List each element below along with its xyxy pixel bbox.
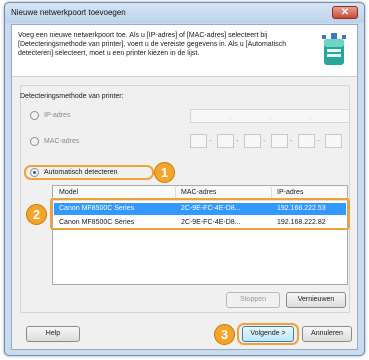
column-header-model[interactable]: Model: [59, 189, 78, 196]
description-text: Voeg een nieuwe netwerkpoort toe. Als u …: [18, 32, 287, 57]
radio-auto-detect[interactable]: [30, 168, 39, 177]
title-bar[interactable]: Nieuwe netwerkpoort toevoegen ✕: [5, 3, 364, 23]
callout-step-1: 1: [154, 162, 175, 183]
description-panel: Voeg een nieuwe netwerkpoort toe. Als u …: [12, 25, 357, 77]
callout-step-3: 3: [214, 324, 235, 345]
ip-address-input[interactable]: . . .: [190, 109, 350, 123]
radio-mac-address[interactable]: [30, 137, 39, 146]
dialog-title: Nieuwe netwerkpoort toevoegen: [11, 8, 126, 17]
mac-address-field-1[interactable]: [190, 134, 207, 148]
mac-address-field-3[interactable]: [244, 134, 261, 148]
mac-address-field-6[interactable]: [325, 134, 342, 148]
help-button[interactable]: Help: [26, 326, 80, 342]
add-network-port-dialog: Nieuwe netwerkpoort toevoegen ✕ Voeg een…: [4, 2, 365, 356]
stop-button[interactable]: Stoppen: [226, 292, 280, 308]
cancel-button[interactable]: Annuleren: [302, 326, 352, 342]
radio-ip-address-label: IP-adres: [44, 112, 71, 119]
radio-ip-address[interactable]: [30, 111, 39, 120]
column-header-ip[interactable]: IP-adres: [277, 189, 303, 196]
close-button[interactable]: ✕: [332, 6, 358, 19]
printer-rows-highlight: [50, 198, 350, 230]
mac-address-field-5[interactable]: [298, 134, 315, 148]
column-header-mac[interactable]: MAC-adres: [181, 189, 216, 196]
dialog-body: Voeg een nieuwe netwerkpoort toe. Als u …: [11, 24, 358, 350]
refresh-button[interactable]: Vernieuwen: [286, 292, 346, 308]
callout-step-2: 2: [26, 204, 47, 225]
radio-mac-address-label: MAC-adres: [44, 138, 80, 145]
network-printer-icon: [322, 33, 346, 65]
detection-method-label: Detecteringsmethode van printer:: [20, 93, 124, 100]
mac-address-field-4[interactable]: [271, 134, 288, 148]
mac-address-field-2[interactable]: [217, 134, 234, 148]
next-button[interactable]: Volgende >: [242, 326, 294, 342]
radio-auto-detect-label: Automatisch detecteren: [44, 169, 118, 176]
